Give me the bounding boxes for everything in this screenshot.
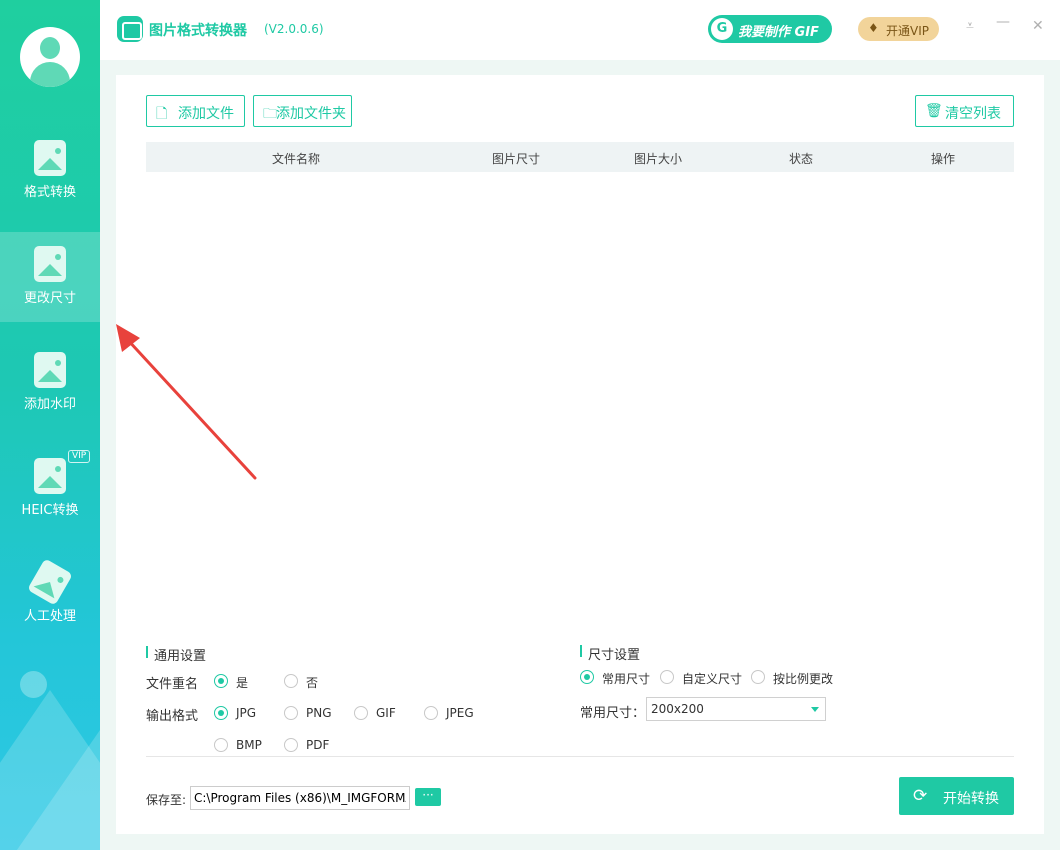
avatar-body-shape (30, 62, 70, 87)
close-icon[interactable]: ✕ (1032, 18, 1044, 34)
rename-yes-radio[interactable] (214, 674, 228, 688)
divider (146, 756, 1014, 757)
common-size-select[interactable]: 200x200 (646, 697, 826, 721)
sidebar-item-label: 添加水印 (23, 397, 76, 412)
image-resize-icon (34, 246, 66, 282)
output-format-label: 输出格式 (146, 709, 199, 724)
format-jpg-radio[interactable] (214, 706, 228, 720)
menu-icon[interactable]: ⩡ (966, 18, 974, 34)
open-vip-label: 开通VIP (886, 24, 929, 38)
decorative-mountain (10, 730, 100, 850)
size-custom-radio[interactable] (660, 670, 674, 684)
diamond-icon: ♦ (868, 21, 879, 35)
add-file-label: 添加文件 (178, 106, 234, 122)
open-vip-button[interactable]: ♦ 开通VIP (858, 17, 939, 41)
format-pdf-label: PDF (306, 738, 330, 752)
sidebar-item-label: HEIC转换 (21, 503, 79, 518)
format-jpg-label: JPG (236, 706, 257, 720)
user-avatar[interactable] (20, 27, 80, 87)
sidebar-item-label: 格式转换 (23, 185, 76, 200)
format-jpeg-radio[interactable] (424, 706, 438, 720)
main-panel: 🗋 添加文件 🗀 添加文件夹 🗑 清空列表 文件名称 图片尺寸 图片大小 状态 … (116, 75, 1044, 834)
app-title: 图片格式转换器 (149, 23, 247, 39)
size-common-radio[interactable] (580, 670, 594, 684)
format-gif-label: GIF (376, 706, 396, 720)
rename-no-radio[interactable] (284, 674, 298, 688)
sidebar-item-resize[interactable]: 更改尺寸 (0, 232, 100, 322)
watermark-icon (34, 352, 66, 388)
file-table-header: 文件名称 图片尺寸 图片大小 状态 操作 (146, 142, 1014, 172)
rename-no-label: 否 (306, 676, 319, 690)
manual-process-icon (27, 558, 73, 606)
column-header: 文件名称 (271, 152, 320, 166)
add-folder-button[interactable]: 🗀 添加文件夹 (253, 95, 352, 127)
format-bmp-radio[interactable] (214, 738, 228, 752)
sidebar-item-format-convert[interactable]: 格式转换 (0, 126, 100, 216)
start-convert-label: 开始转换 (943, 791, 999, 807)
sidebar-item-manual[interactable]: 人工处理 (0, 550, 100, 640)
save-path-input[interactable] (190, 786, 410, 810)
browse-button[interactable]: ··· (415, 788, 441, 806)
vip-badge: VIP (68, 450, 91, 463)
make-gif-button[interactable]: G 我要制作 GIF (708, 15, 832, 43)
sidebar: 格式转换 更改尺寸 添加水印 VIP HEIC转换 人工处理 (0, 0, 100, 850)
sidebar-item-label: 更改尺寸 (23, 291, 76, 306)
format-png-label: PNG (306, 706, 332, 720)
size-ratio-label: 按比例更改 (773, 672, 834, 686)
common-size-value: 200x200 (651, 702, 704, 716)
minimize-icon[interactable]: — (996, 14, 1010, 30)
general-settings-title: 通用设置 (154, 649, 207, 664)
common-size-label: 常用尺寸： (580, 706, 646, 721)
sidebar-item-heic[interactable]: VIP HEIC转换 (0, 444, 100, 534)
trash-icon: 🗑 (925, 103, 943, 119)
chevron-down-icon (811, 707, 819, 712)
refresh-icon: ⟳ (913, 786, 928, 806)
image-format-icon (34, 140, 66, 176)
app-version: (V2.0.0.6) (264, 22, 324, 36)
size-common-label: 常用尺寸 (602, 672, 651, 686)
gif-logo-icon: G (711, 18, 733, 40)
clear-list-label: 清空列表 (945, 106, 1001, 122)
app-logo-icon (117, 16, 143, 42)
clear-list-button[interactable]: 🗑 清空列表 (915, 95, 1014, 127)
add-folder-icon: 🗀 (263, 106, 277, 122)
add-file-button[interactable]: 🗋 添加文件 (146, 95, 245, 127)
add-file-icon: 🗋 (156, 106, 168, 122)
format-bmp-label: BMP (236, 738, 262, 752)
heic-icon (34, 458, 66, 494)
size-ratio-radio[interactable] (751, 670, 765, 684)
sidebar-item-watermark[interactable]: 添加水印 (0, 338, 100, 428)
section-marker (146, 646, 148, 658)
format-jpeg-label: JPEG (446, 706, 474, 720)
title-bar: 图片格式转换器 (V2.0.0.6) G 我要制作 GIF ♦ 开通VIP ⩡ … (100, 0, 1060, 60)
format-pdf-radio[interactable] (284, 738, 298, 752)
save-to-label: 保存至: (146, 793, 187, 807)
add-folder-label: 添加文件夹 (276, 106, 346, 122)
column-header: 图片大小 (633, 152, 682, 166)
format-png-radio[interactable] (284, 706, 298, 720)
start-convert-button[interactable]: ⟳ 开始转换 (899, 777, 1014, 815)
sidebar-item-label: 人工处理 (23, 609, 76, 624)
format-gif-radio[interactable] (354, 706, 368, 720)
section-marker (580, 645, 582, 657)
make-gif-label: 我要制作 GIF (738, 25, 819, 40)
column-header: 状态 (788, 152, 813, 166)
rename-label: 文件重名 (146, 677, 199, 692)
column-header: 操作 (930, 152, 955, 166)
rename-yes-label: 是 (236, 676, 249, 690)
size-settings-title: 尺寸设置 (588, 648, 641, 663)
avatar-head-shape (40, 37, 60, 59)
size-custom-label: 自定义尺寸 (682, 672, 743, 686)
column-header: 图片尺寸 (491, 152, 540, 166)
